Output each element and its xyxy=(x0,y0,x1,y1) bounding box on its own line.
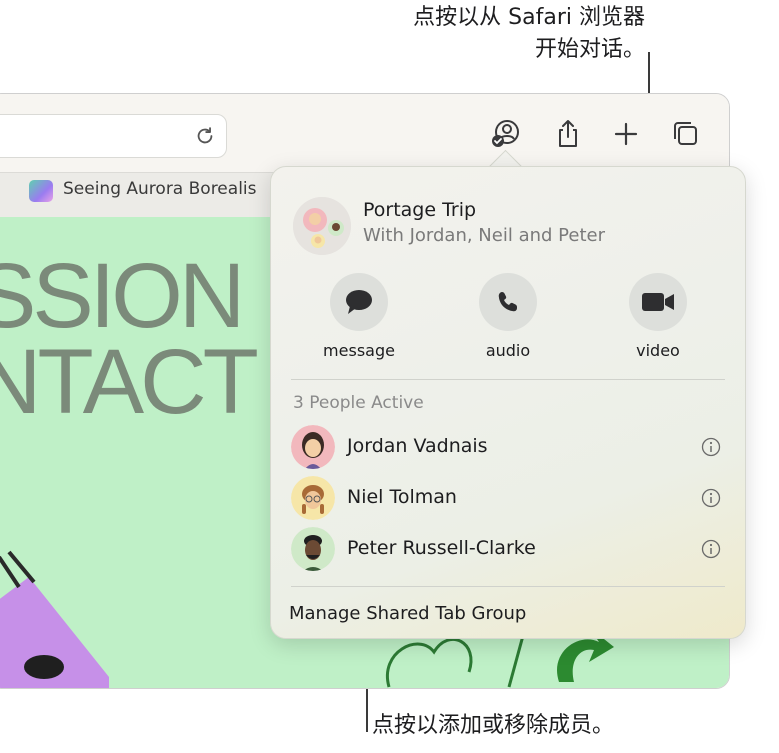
new-tab-icon[interactable] xyxy=(610,118,642,150)
callout-start-conversation: 点按以从 Safari 浏览器 开始对话。 xyxy=(285,2,645,66)
shared-tab-group-popover: Portage Trip With Jordan, Neil and Peter… xyxy=(270,166,746,639)
audio-button-circle[interactable] xyxy=(479,273,537,331)
hero-heading-line-2: NTACT xyxy=(0,331,259,433)
audio-button[interactable]: audio xyxy=(453,273,563,360)
shared-group-icon[interactable] xyxy=(489,118,521,150)
person-name-jordan: Jordan Vadnais xyxy=(347,435,488,457)
message-label: message xyxy=(323,341,395,360)
share-icon[interactable] xyxy=(552,118,584,150)
info-icon[interactable] xyxy=(701,539,721,559)
decorative-illustration xyxy=(0,550,109,688)
callout-manage-members: 点按以添加或移除成员。 xyxy=(372,713,615,738)
person-name-niel: Niel Tolman xyxy=(347,486,457,508)
person-name-peter: Peter Russell-Clarke xyxy=(347,537,536,559)
video-label: video xyxy=(636,341,680,360)
toolbar xyxy=(0,94,729,172)
callout-top-line-1: 点按以从 Safari 浏览器 xyxy=(413,5,645,30)
callout-top-line-2: 开始对话。 xyxy=(534,37,645,62)
group-subtitle: With Jordan, Neil and Peter xyxy=(363,225,605,246)
avatar-niel xyxy=(291,476,335,520)
message-bubble-icon xyxy=(346,290,372,314)
video-button-circle[interactable] xyxy=(629,273,687,331)
info-icon[interactable] xyxy=(701,437,721,457)
info-icon[interactable] xyxy=(701,488,721,508)
audio-label: audio xyxy=(485,341,531,360)
divider-actions xyxy=(291,379,725,380)
divider-people xyxy=(291,586,725,587)
person-row-peter: Peter Russell-Clarke xyxy=(291,527,727,571)
person-row-jordan: Jordan Vadnais xyxy=(291,425,727,469)
person-row-niel: Niel Tolman xyxy=(291,476,727,520)
phone-icon xyxy=(498,292,517,312)
group-avatar xyxy=(293,197,351,255)
avatar-jordan xyxy=(291,425,335,469)
tab-overview-icon[interactable] xyxy=(669,118,701,150)
avatar-peter xyxy=(291,527,335,571)
group-title: Portage Trip xyxy=(363,199,477,221)
tab-title[interactable]: Seeing Aurora Borealis xyxy=(63,179,257,199)
address-bar[interactable] xyxy=(0,114,227,158)
message-button[interactable]: message xyxy=(304,273,414,360)
tab-favicon xyxy=(29,180,53,202)
message-button-circle[interactable] xyxy=(330,273,388,331)
manage-shared-tab-group-button[interactable]: Manage Shared Tab Group xyxy=(289,603,526,624)
video-camera-icon xyxy=(642,293,674,311)
video-button[interactable]: video xyxy=(603,273,713,360)
hero-heading-line-1: SSION xyxy=(0,245,245,347)
people-active-heading: 3 People Active xyxy=(293,393,424,413)
reload-icon[interactable] xyxy=(194,125,216,147)
